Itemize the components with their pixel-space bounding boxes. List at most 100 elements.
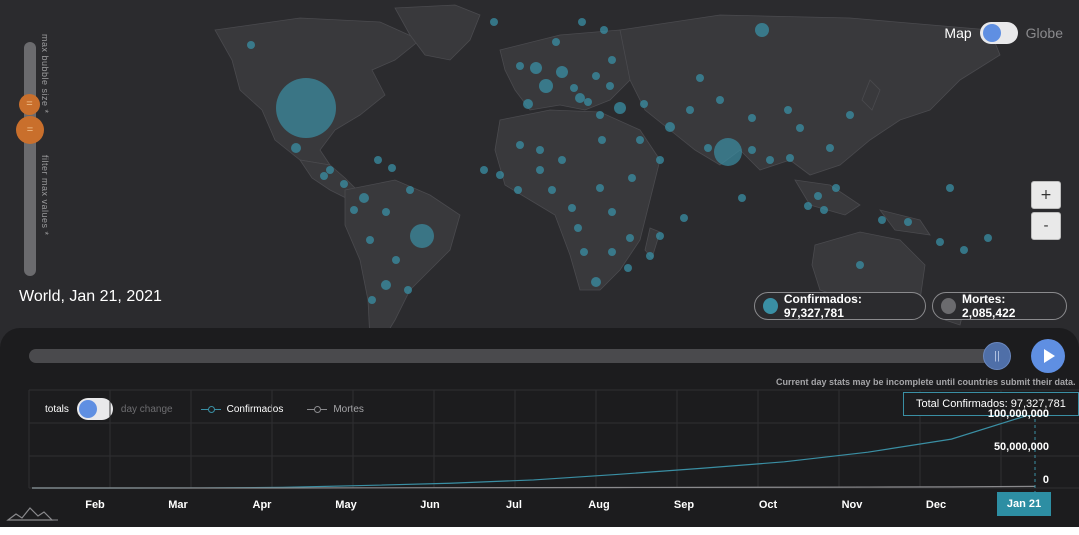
country-bubble[interactable] [738, 194, 746, 202]
country-bubble[interactable] [490, 18, 498, 26]
country-bubble[interactable] [596, 111, 604, 119]
filter-max-values-handle[interactable]: = [16, 116, 44, 144]
country-bubble[interactable] [291, 143, 301, 153]
country-bubble[interactable] [578, 18, 586, 26]
cumulative-chart[interactable] [0, 328, 1079, 527]
country-bubble[interactable] [320, 172, 328, 180]
country-bubble[interactable] [796, 124, 804, 132]
country-bubble[interactable] [591, 277, 601, 287]
country-bubble[interactable] [552, 38, 560, 46]
country-bubble[interactable] [539, 79, 553, 93]
country-bubble[interactable] [516, 62, 524, 70]
country-bubble[interactable] [846, 111, 854, 119]
country-bubble[interactable] [350, 206, 358, 214]
country-bubble[interactable] [946, 184, 954, 192]
country-bubble[interactable] [826, 144, 834, 152]
x-tick-label[interactable]: Nov [842, 499, 863, 511]
x-tick-label[interactable]: Jun [420, 499, 440, 511]
x-tick-label[interactable]: Feb [85, 499, 105, 511]
bubble-size-slider[interactable] [24, 42, 36, 276]
country-bubble[interactable] [748, 114, 756, 122]
current-date-marker[interactable]: Jan 21 [997, 492, 1051, 516]
country-bubble[interactable] [580, 248, 588, 256]
country-bubble[interactable] [382, 208, 390, 216]
country-bubble[interactable] [626, 234, 634, 242]
country-bubble[interactable] [606, 82, 614, 90]
country-bubble[interactable] [755, 23, 769, 37]
country-bubble[interactable] [592, 72, 600, 80]
country-bubble[interactable] [665, 122, 675, 132]
country-bubble[interactable] [404, 286, 412, 294]
country-bubble[interactable] [640, 100, 648, 108]
country-bubble[interactable] [628, 174, 636, 182]
country-bubble[interactable] [340, 180, 348, 188]
x-tick-label[interactable]: Aug [588, 499, 609, 511]
country-bubble[interactable] [904, 218, 912, 226]
x-tick-label[interactable]: Apr [253, 499, 272, 511]
country-bubble[interactable] [536, 146, 544, 154]
view-switch[interactable] [979, 22, 1018, 44]
country-bubble[interactable] [514, 186, 522, 194]
country-bubble[interactable] [748, 146, 756, 154]
country-bubble[interactable] [548, 186, 556, 194]
country-bubble[interactable] [680, 214, 688, 222]
country-bubble[interactable] [656, 156, 664, 164]
country-bubble[interactable] [716, 96, 724, 104]
zoom-out-button[interactable]: - [1031, 212, 1061, 240]
country-bubble[interactable] [608, 248, 616, 256]
country-bubble[interactable] [406, 186, 414, 194]
country-bubble[interactable] [480, 166, 488, 174]
country-bubble[interactable] [646, 252, 654, 260]
country-bubble[interactable] [570, 84, 578, 92]
country-bubble[interactable] [410, 224, 434, 248]
x-tick-label[interactable]: Dec [926, 499, 946, 511]
country-bubble[interactable] [392, 256, 400, 264]
confirmed-stat-pill[interactable]: Confirmados: 97,327,781 [754, 292, 926, 320]
country-bubble[interactable] [714, 138, 742, 166]
country-bubble[interactable] [784, 106, 792, 114]
country-bubble[interactable] [276, 78, 336, 138]
country-bubble[interactable] [584, 98, 592, 106]
country-bubble[interactable] [536, 166, 544, 174]
x-tick-label[interactable]: Sep [674, 499, 694, 511]
country-bubble[interactable] [598, 136, 606, 144]
max-bubble-size-handle[interactable]: = [19, 94, 40, 115]
globe-view-label[interactable]: Globe [1026, 25, 1063, 41]
x-tick-label[interactable]: May [335, 499, 356, 511]
country-bubble[interactable] [636, 136, 644, 144]
country-bubble[interactable] [856, 261, 864, 269]
country-bubble[interactable] [832, 184, 840, 192]
country-bubble[interactable] [656, 232, 664, 240]
country-bubble[interactable] [388, 164, 396, 172]
country-bubble[interactable] [704, 144, 712, 152]
country-bubble[interactable] [804, 202, 812, 210]
x-tick-label[interactable]: Oct [759, 499, 777, 511]
country-bubble[interactable] [247, 41, 255, 49]
deaths-stat-pill[interactable]: Mortes: 2,085,422 [932, 292, 1067, 320]
country-bubble[interactable] [596, 184, 604, 192]
country-bubble[interactable] [814, 192, 822, 200]
country-bubble[interactable] [624, 264, 632, 272]
country-bubble[interactable] [600, 26, 608, 34]
country-bubble[interactable] [614, 102, 626, 114]
x-tick-label[interactable]: Mar [168, 499, 188, 511]
country-bubble[interactable] [530, 62, 542, 74]
country-bubble[interactable] [496, 171, 504, 179]
country-bubble[interactable] [374, 156, 382, 164]
country-bubble[interactable] [686, 106, 694, 114]
country-bubble[interactable] [368, 296, 376, 304]
country-bubble[interactable] [523, 99, 533, 109]
country-bubble[interactable] [878, 216, 886, 224]
country-bubble[interactable] [575, 93, 585, 103]
country-bubble[interactable] [366, 236, 374, 244]
country-bubble[interactable] [326, 166, 334, 174]
country-bubble[interactable] [696, 74, 704, 82]
country-bubble[interactable] [936, 238, 944, 246]
country-bubble[interactable] [608, 56, 616, 64]
country-bubble[interactable] [574, 224, 582, 232]
country-bubble[interactable] [556, 66, 568, 78]
map-view-label[interactable]: Map [944, 25, 971, 41]
country-bubble[interactable] [558, 156, 566, 164]
country-bubble[interactable] [568, 204, 576, 212]
country-bubble[interactable] [359, 193, 369, 203]
